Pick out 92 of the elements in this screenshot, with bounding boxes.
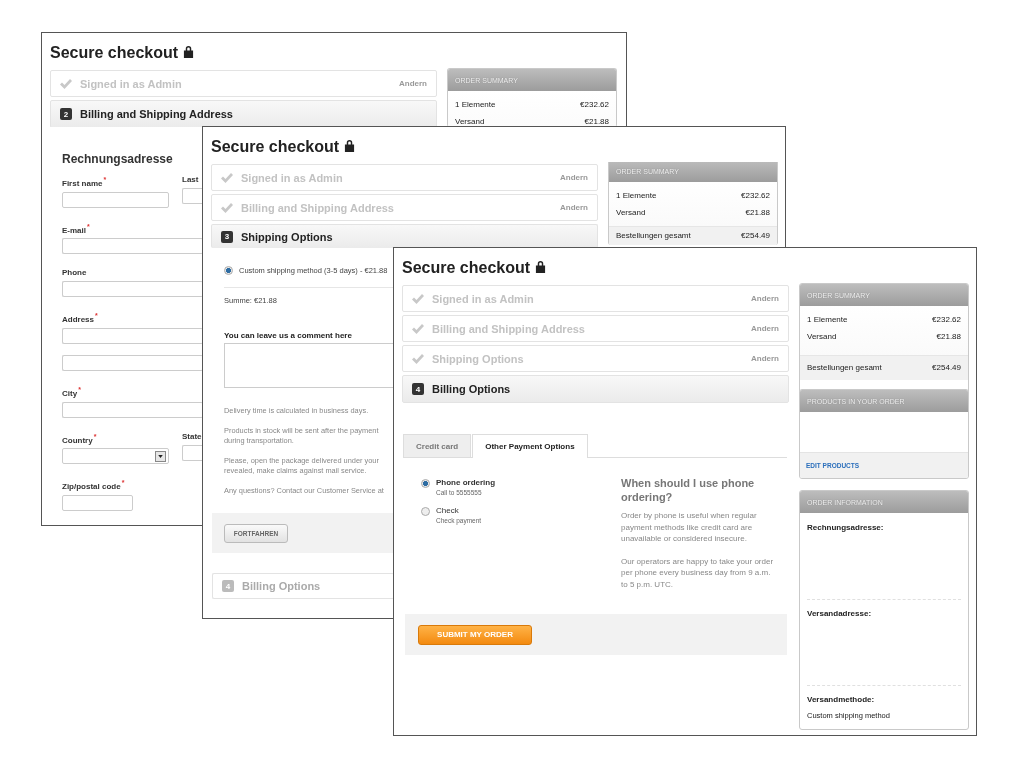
country-select[interactable] [62,448,169,465]
lock-icon [344,139,356,152]
summary-label: Versand [616,207,646,219]
field-label: First name$^{*}$ [62,175,108,189]
step-title: Shipping Options [432,352,525,365]
check-icon [221,172,233,183]
field-label: Address$^{*}$ [62,311,99,325]
step-number: 4 [412,383,424,395]
step-title: Shipping Options [241,230,333,243]
lock-icon [535,260,547,273]
info-label: Rechnungsadresse: [807,523,885,532]
summary-label: Bestellungen gesamt [616,230,691,242]
section-title: Rechnungsadresse [62,152,174,166]
help-text: Order by phone is useful when regular payment methods like credit card are unavailable or considered insecure. [621,510,758,545]
step-title: Billing Options [242,580,321,592]
step-title: Signed in as Admin [241,171,344,184]
help-text: Our operators are happy to take your order per phone every business day from 9 a.m. to 5 p.m. UTC. [621,555,774,590]
comment-label: You can leave us a comment here [224,331,353,340]
lock-icon [183,45,195,58]
checkout-step[interactable]: Signed in as Admin Andern [50,70,437,97]
help-heading: When should I use phone ordering? [621,476,756,504]
summary-value: €21.88 [745,207,770,219]
step-title: Billing and Shipping Address [80,108,233,120]
summary-value: €232.62 [580,99,609,111]
summary-value: €232.62 [741,190,770,202]
page-title: Secure checkout [211,137,340,156]
info-label: Versandmethode: [807,695,876,704]
radio-button[interactable] [421,507,430,516]
caret-icon [155,450,166,462]
payment-option-label: Phone ordering [436,478,496,487]
summary-value: €21.88 [936,331,961,343]
check-icon [412,323,424,334]
input-field[interactable] [62,191,169,208]
summary-value: €254.49 [932,362,961,374]
change-link[interactable]: Andern [751,354,779,363]
summary-label: 1 Elemente [455,99,496,111]
info-label: Versandadresse: [807,609,873,618]
field-label: Zip/postal code$^{*}$ [62,478,126,492]
input-field[interactable] [182,188,203,204]
submit-order-button[interactable]: SUBMIT MY ORDER [418,624,532,645]
step-title: Billing and Shipping Address [432,322,586,335]
check-icon [60,78,72,89]
input-field[interactable] [62,327,203,344]
change-link[interactable]: Andern [751,294,779,303]
check-icon [412,353,424,364]
step-title: Billing Options [432,383,511,395]
page-title: Secure checkout [402,258,531,277]
checkout-step[interactable]: Billing and Shipping Address Andern [402,315,789,342]
payment-tab[interactable]: Other Payment Options [472,434,588,458]
change-link[interactable]: Andern [751,324,779,333]
summary-value: €254.49 [741,230,770,242]
payment-tab[interactable]: Credit card [403,434,472,457]
input-field[interactable] [182,444,203,461]
step-number: 2 [60,108,72,120]
page-title: Secure checkout [50,43,179,62]
summary-label: Versand [455,116,485,127]
step-number: 3 [221,230,233,243]
payment-option-label: Check [436,506,460,515]
radio-button[interactable] [421,479,430,488]
summary-label: Bestellungen gesamt [807,362,882,374]
step-title: Billing and Shipping Address [241,201,395,214]
step-number: 4 [222,580,234,592]
input-field[interactable] [62,354,203,371]
checkout-step[interactable]: 2 Billing and Shipping Address [50,100,437,127]
check-icon [412,293,424,304]
step-title: Signed in as Admin [80,77,183,90]
summary-value: €232.62 [932,314,961,326]
summary-label: Versand [807,331,837,343]
input-field[interactable] [62,238,203,255]
field-label: E-mail$^{*}$ [62,221,91,236]
field-label: Phone [62,268,88,279]
field-label: Country$^{*}$ [62,431,98,446]
checkout-step[interactable]: Shipping Options Andern [402,345,789,372]
change-link[interactable]: Andern [560,173,588,182]
checkout-step[interactable]: Signed in as Admin Andern [402,285,789,312]
field-label: Last [182,175,200,185]
change-link[interactable]: Andern [399,79,427,88]
step-title: Signed in as Admin [432,292,535,305]
checkout-step[interactable]: Signed in as Admin Andern [211,164,598,191]
checkout-step[interactable]: Billing and Shipping Address Andern [211,194,598,221]
field-label: State [182,431,203,442]
checkout-step[interactable]: 4 Billing Options [212,573,394,599]
input-field[interactable] [62,494,133,511]
change-link[interactable]: Andern [560,203,588,212]
summary-label: 1 Elemente [807,314,848,326]
radio-button[interactable] [224,266,233,275]
input-field[interactable] [62,281,203,298]
input-field[interactable] [62,401,203,418]
summary-value: €21.88 [584,116,609,127]
field-label: City$^{*}$ [62,384,82,399]
check-icon [221,202,233,213]
summary-label: 1 Elemente [616,190,657,202]
